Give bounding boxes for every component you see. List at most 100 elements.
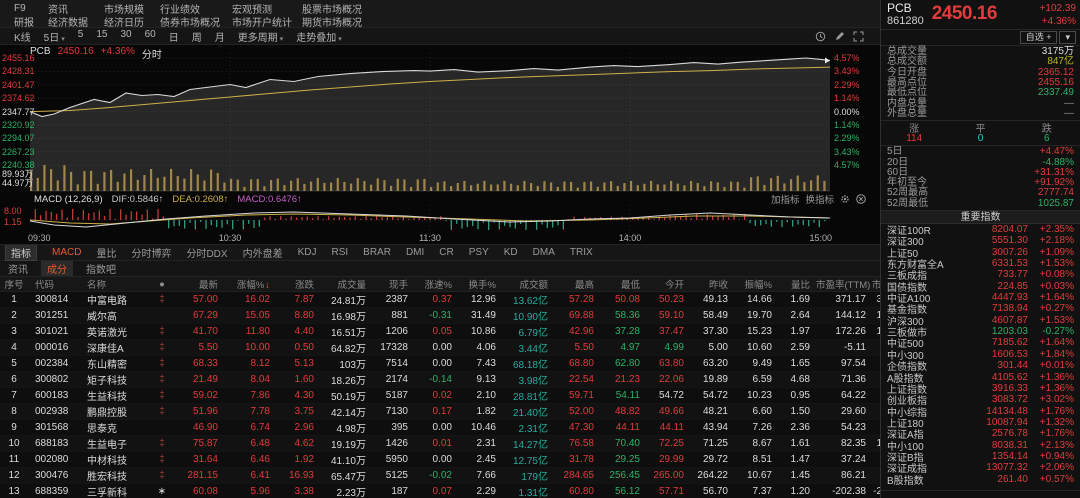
switch-indicator-button[interactable]: 换指标 bbox=[805, 192, 834, 206]
column-header[interactable]: 序号 bbox=[0, 277, 28, 291]
column-header[interactable]: 市盈率(TTM) bbox=[816, 277, 872, 291]
index-value: 5551.30 bbox=[972, 235, 1028, 246]
table-row[interactable]: 5002384东山精密‡68.338.125.13103万75140.007.4… bbox=[0, 356, 880, 372]
tab-BRAR[interactable]: BRAR bbox=[363, 247, 391, 258]
add-indicator-button[interactable]: 加指标 bbox=[771, 192, 800, 206]
table-row[interactable]: 13688359三孚新科∗60.085.963.382.23万1870.072.… bbox=[0, 484, 880, 498]
subtab-指数吧[interactable]: 指数吧 bbox=[86, 261, 116, 276]
table-row[interactable]: 1300814中富电路‡57.0016.027.8724.81万23870.37… bbox=[0, 292, 880, 308]
table-cell: 7.37 bbox=[734, 486, 778, 497]
gear-icon[interactable] bbox=[840, 194, 850, 204]
menu-item[interactable]: 经济日历 bbox=[104, 14, 160, 29]
tab-RSI[interactable]: RSI bbox=[331, 247, 348, 258]
table-cell: 67.29 bbox=[174, 310, 224, 321]
tab-MACD[interactable]: MACD bbox=[52, 247, 81, 258]
table-row[interactable]: 10688183生益电子‡75.876.484.6219.19万14260.01… bbox=[0, 436, 880, 452]
column-header[interactable]: 最新 bbox=[174, 277, 224, 291]
macd-pane[interactable]: 8.00 1.15 bbox=[0, 205, 880, 233]
toolbar-item[interactable]: 60 bbox=[145, 29, 156, 44]
table-cell: 5187 bbox=[372, 390, 414, 401]
tab-TRIX[interactable]: TRIX bbox=[570, 247, 593, 258]
table-cell: 28.81亿 bbox=[502, 388, 554, 403]
intraday-chart[interactable]: PCB 2450.16 +4.36% 分时 2455.162428.312401… bbox=[0, 45, 880, 193]
chevron-down-icon: ▾ bbox=[61, 36, 65, 43]
table-row[interactable]: 12300476胜宏科技‡281.156.4116.9365.47万5125-0… bbox=[0, 468, 880, 484]
close-icon[interactable] bbox=[856, 194, 866, 204]
menu-item[interactable]: 期货市场概况 bbox=[302, 14, 880, 29]
column-header[interactable]: 最低 bbox=[600, 277, 646, 291]
tab-分时博弈[interactable]: 分时博弈 bbox=[131, 245, 171, 260]
column-header[interactable]: 涨幅%↓ bbox=[224, 277, 276, 291]
tab-指标[interactable]: 指标 bbox=[5, 244, 37, 261]
column-header[interactable]: 最高 bbox=[554, 277, 600, 291]
table-cell: 11 bbox=[0, 454, 28, 465]
table-cell: ∗ bbox=[150, 486, 174, 497]
table-cell: ‡ bbox=[150, 454, 174, 465]
column-header[interactable]: 昨收 bbox=[690, 277, 734, 291]
index-pct: +3.02% bbox=[1028, 394, 1074, 405]
index-pct: +1.53% bbox=[1028, 258, 1074, 269]
table-cell: 31.49 bbox=[458, 310, 502, 321]
toolbar-item[interactable]: K线 bbox=[14, 29, 31, 44]
table-row[interactable]: 9301568思泰克46.906.742.964.98万3950.0010.46… bbox=[0, 420, 880, 436]
price-axis-label: 2347.77 bbox=[2, 107, 35, 117]
table-row[interactable]: 2301251威尔高67.2915.058.8016.98万881-0.3131… bbox=[0, 308, 880, 324]
index-pct: +2.35% bbox=[1028, 224, 1074, 235]
subtab-资讯[interactable]: 资讯 bbox=[8, 261, 28, 276]
toolbar-item[interactable]: 更多周期▾ bbox=[238, 29, 284, 44]
table-cell: 东山精密 bbox=[80, 356, 150, 371]
table-cell: 002938 bbox=[28, 406, 80, 417]
toolbar-item[interactable]: 日 bbox=[169, 29, 179, 44]
column-header[interactable]: 量比 bbox=[778, 277, 816, 291]
column-header[interactable]: 名称 bbox=[80, 277, 150, 291]
menu-item[interactable]: 市场开户统计 bbox=[232, 14, 302, 29]
index-row[interactable]: B股指数261.40+0.57% bbox=[881, 473, 1080, 484]
menu-item[interactable]: F9 bbox=[14, 3, 48, 14]
tab-量比[interactable]: 量比 bbox=[96, 245, 116, 260]
table-row[interactable]: 4000016深康佳A‡5.5010.000.5064.82万173280.00… bbox=[0, 340, 880, 356]
table-row[interactable]: 11002080中材科技‡31.646.461.9241.10万59500.00… bbox=[0, 452, 880, 468]
tab-DMA[interactable]: DMA bbox=[533, 247, 555, 258]
table-row[interactable]: 8002938鹏鼎控股‡51.967.783.7542.14万71300.171… bbox=[0, 404, 880, 420]
column-header[interactable]: 涨速% bbox=[414, 277, 458, 291]
table-row[interactable]: 3301021英诺激光‡41.7011.804.4016.51万12060.05… bbox=[0, 324, 880, 340]
column-header[interactable]: 换手% bbox=[458, 277, 502, 291]
tab-CR[interactable]: CR bbox=[439, 247, 453, 258]
toolbar-item[interactable]: 5日▾ bbox=[44, 29, 65, 44]
column-header[interactable]: 今开 bbox=[646, 277, 690, 291]
column-header[interactable]: 涨跌 bbox=[276, 277, 320, 291]
add-watchlist-button[interactable]: 自选 + bbox=[1020, 31, 1058, 44]
updown-value: 6 bbox=[1014, 133, 1080, 144]
watchlist-dropdown[interactable]: ▾ bbox=[1059, 31, 1076, 44]
column-header[interactable]: ● bbox=[150, 279, 174, 290]
tab-分时DDX[interactable]: 分时DDX bbox=[186, 245, 227, 260]
menu-item[interactable]: 研报 bbox=[14, 14, 48, 29]
tab-PSY[interactable]: PSY bbox=[469, 247, 489, 258]
menu-item[interactable]: 经济数据 bbox=[48, 14, 104, 29]
tab-DMI[interactable]: DMI bbox=[406, 247, 424, 258]
subtab-成分[interactable]: 成分 bbox=[41, 261, 73, 276]
tab-内外盘差[interactable]: 内外盘差 bbox=[243, 245, 283, 260]
tab-KDJ[interactable]: KDJ bbox=[298, 247, 317, 258]
column-header[interactable]: 成交额 bbox=[502, 277, 554, 291]
table-cell: 52.00 bbox=[554, 406, 600, 417]
table-row[interactable]: 7600183生益科技‡59.027.864.3050.19万51870.022… bbox=[0, 388, 880, 404]
column-header[interactable]: 代码 bbox=[28, 277, 80, 291]
history-clock-icon[interactable] bbox=[815, 31, 826, 42]
time-tick: 10:30 bbox=[219, 233, 242, 243]
menu-item[interactable]: 债券市场概况 bbox=[160, 14, 232, 29]
toolbar-item[interactable]: 周 bbox=[192, 29, 202, 44]
column-header[interactable]: 成交量 bbox=[320, 277, 372, 291]
column-header[interactable]: 现手 bbox=[372, 277, 414, 291]
toolbar-item[interactable]: 月 bbox=[215, 29, 225, 44]
toolbar-item[interactable]: 走势叠加▾ bbox=[296, 29, 342, 44]
column-header[interactable]: 振幅% bbox=[734, 277, 778, 291]
toolbar-item[interactable]: 15 bbox=[96, 29, 107, 44]
toolbar-item[interactable]: 30 bbox=[120, 29, 131, 44]
table-row[interactable]: 6300802矩子科技‡21.498.041.6018.26万2174-0.14… bbox=[0, 372, 880, 388]
draw-pencil-icon[interactable] bbox=[834, 31, 845, 42]
toolbar-item[interactable]: 5 bbox=[78, 29, 84, 44]
index-value: 224.85 bbox=[972, 281, 1028, 292]
fullscreen-icon[interactable] bbox=[853, 31, 864, 42]
tab-KD[interactable]: KD bbox=[504, 247, 518, 258]
